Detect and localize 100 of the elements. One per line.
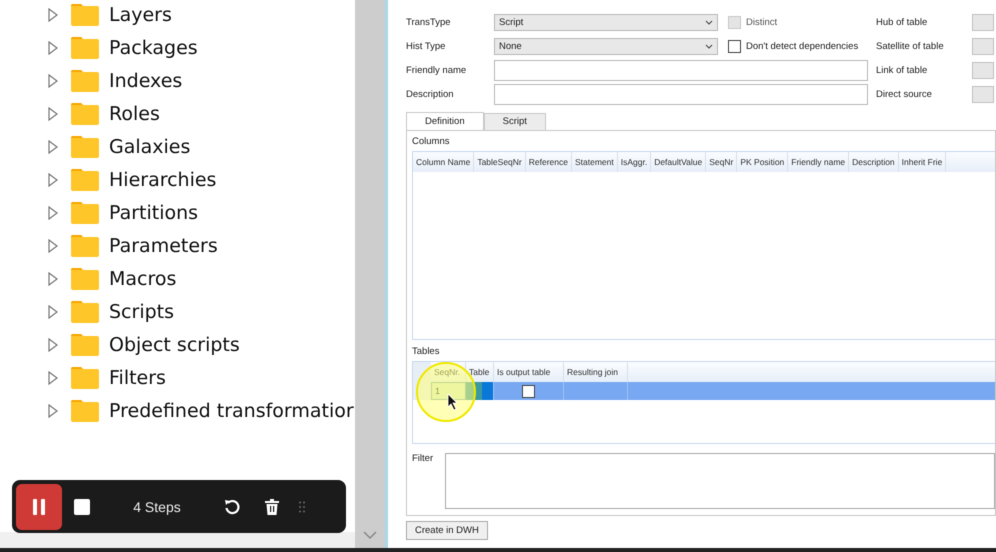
text-field[interactable] xyxy=(494,60,868,80)
tab[interactable]: Script xyxy=(484,113,546,130)
tree-item-label: Indexes xyxy=(109,70,182,92)
column-header[interactable]: Description xyxy=(849,152,899,172)
step-count: 4 Steps xyxy=(132,498,182,514)
checkbox-label: Distinct xyxy=(746,16,778,28)
dropdown[interactable]: Script xyxy=(494,14,718,30)
expand-arrow-icon[interactable] xyxy=(47,107,59,121)
column-header[interactable]: DefaultValue xyxy=(651,152,706,172)
tree-item[interactable]: Object scripts xyxy=(0,327,355,363)
column-header[interactable]: TableSeqNr xyxy=(474,152,526,172)
tree-item-label: Scripts xyxy=(109,301,174,323)
tree-item[interactable]: Scripts xyxy=(0,294,355,330)
trash-icon xyxy=(265,498,279,514)
checkbox[interactable] xyxy=(522,384,535,398)
folder-icon xyxy=(70,3,100,27)
field-label: Satellite of table xyxy=(876,40,945,52)
tree-item-label: Packages xyxy=(109,37,198,59)
expand-arrow-icon[interactable] xyxy=(47,272,59,286)
chevron-down-icon[interactable] xyxy=(362,530,378,540)
expand-arrow-icon[interactable] xyxy=(47,206,59,220)
pause-icon xyxy=(32,498,46,516)
scrollbar[interactable] xyxy=(355,0,385,548)
tree-item-label: Galaxies xyxy=(109,136,190,158)
tree-item[interactable]: Parameters xyxy=(0,228,355,264)
folder-icon xyxy=(70,333,100,357)
folder-icon xyxy=(70,300,100,324)
folder-icon xyxy=(70,366,100,390)
restart-icon xyxy=(223,498,241,516)
expand-arrow-icon[interactable] xyxy=(47,338,59,352)
expand-arrow-icon[interactable] xyxy=(47,404,59,418)
tree-item[interactable]: Indexes xyxy=(0,63,355,99)
tab[interactable]: Definition xyxy=(406,112,484,130)
table-cell[interactable] xyxy=(466,382,494,400)
tree-item[interactable]: Roles xyxy=(0,96,355,132)
folder-icon xyxy=(70,267,100,291)
tree-item-label: Filters xyxy=(109,367,166,389)
expand-arrow-icon[interactable] xyxy=(47,74,59,88)
folder-icon xyxy=(70,234,100,258)
expand-arrow-icon[interactable] xyxy=(47,371,59,385)
expand-arrow-icon[interactable] xyxy=(47,305,59,319)
grip-icon xyxy=(299,500,305,512)
field-label: Description xyxy=(406,88,455,100)
column-header[interactable]: Column Name xyxy=(413,152,474,172)
filter-field[interactable] xyxy=(445,453,995,509)
field-label: Hub of table xyxy=(876,16,928,28)
tree-item[interactable]: Hierarchies xyxy=(0,162,355,198)
folder-icon xyxy=(70,168,100,192)
tree-item[interactable]: Filters xyxy=(0,360,355,396)
checkbox[interactable] xyxy=(728,40,741,52)
stop-icon xyxy=(74,498,90,514)
expand-arrow-icon[interactable] xyxy=(47,8,59,22)
folder-icon xyxy=(70,36,100,60)
field-button[interactable] xyxy=(972,38,994,54)
column-header[interactable]: Statement xyxy=(572,152,618,172)
scrollbar[interactable] xyxy=(0,532,355,548)
expand-arrow-icon[interactable] xyxy=(47,173,59,187)
tree-item[interactable]: Packages xyxy=(0,30,355,66)
field-label: Direct source xyxy=(876,88,933,100)
field-label: Filter xyxy=(412,453,434,466)
text-field[interactable] xyxy=(494,84,868,104)
tree-item[interactable]: Macros xyxy=(0,261,355,297)
column-header[interactable]: PK Position xyxy=(737,152,788,172)
tree-item[interactable]: Layers xyxy=(0,0,355,33)
folder-icon xyxy=(70,69,100,93)
field-button[interactable] xyxy=(972,62,994,78)
expand-arrow-icon[interactable] xyxy=(47,140,59,154)
chevron-down-icon xyxy=(705,44,713,48)
column-header[interactable]: Inherit Frie xyxy=(898,152,946,172)
section-title: Columns xyxy=(412,136,450,147)
folder-icon xyxy=(70,135,100,159)
column-header[interactable]: Reference xyxy=(526,152,572,172)
column-header[interactable]: SeqNr xyxy=(706,152,738,172)
expand-arrow-icon[interactable] xyxy=(47,239,59,253)
tree-item-label: Parameters xyxy=(109,235,218,257)
tree-item[interactable]: Predefined transformatior xyxy=(0,393,355,429)
folder-icon xyxy=(70,399,100,423)
checkbox-label: Don't detect dependencies xyxy=(746,40,858,52)
field-button[interactable] xyxy=(972,14,994,30)
field-label: TransType xyxy=(406,16,452,28)
tree-item-label: Object scripts xyxy=(109,334,240,356)
pause-button[interactable] xyxy=(16,484,62,530)
field-label: Hist Type xyxy=(406,40,446,52)
expand-arrow-icon[interactable] xyxy=(47,41,59,55)
tree-item-label: Macros xyxy=(109,268,176,290)
tree-item-label: Partitions xyxy=(109,202,198,224)
tree-item-label: Predefined transformatior xyxy=(109,400,354,422)
section-title: Tables xyxy=(412,346,440,358)
field-label: Friendly name xyxy=(406,64,468,76)
create-button[interactable]: Create in DWH xyxy=(406,521,488,540)
field-button[interactable] xyxy=(972,86,994,102)
column-header[interactable]: IsAggr. xyxy=(618,152,652,172)
folder-icon xyxy=(70,102,100,126)
tree-item[interactable]: Galaxies xyxy=(0,129,355,165)
dropdown[interactable]: None xyxy=(494,38,718,54)
tree-item-label: Layers xyxy=(109,4,172,26)
folder-icon xyxy=(70,201,100,225)
tree-item[interactable]: Partitions xyxy=(0,195,355,231)
tree-item-label: Roles xyxy=(109,103,160,125)
column-header[interactable]: Friendly name xyxy=(788,152,850,172)
